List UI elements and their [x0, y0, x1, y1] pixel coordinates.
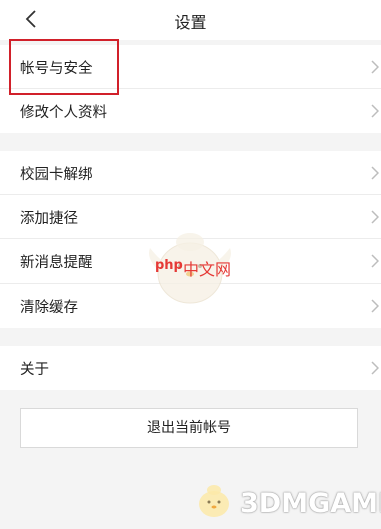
chevron-right-icon: [371, 104, 379, 118]
chevron-right-icon: [371, 60, 379, 74]
bottom-mascot-watermark-icon: [199, 485, 229, 517]
watermark-brand: php: [155, 258, 183, 273]
menu-item-label: 新消息提醒: [20, 255, 93, 271]
top-bar: 设置: [0, 0, 381, 40]
chevron-right-icon: [371, 210, 379, 224]
menu-item-edit-profile[interactable]: 修改个人资料: [0, 89, 381, 133]
menu-item-label: 清除缓存: [20, 300, 78, 316]
logout-section: 退出当前帐号: [0, 392, 381, 477]
logout-button[interactable]: 退出当前帐号: [20, 408, 358, 448]
menu-item-label: 修改个人资料: [20, 105, 107, 121]
bottom-watermark-text: 3DMGAME: [240, 488, 381, 519]
menu-item-label: 校园卡解绑: [20, 167, 93, 183]
menu-item-about[interactable]: 关于: [0, 346, 381, 390]
menu-item-label: 添加捷径: [20, 211, 78, 227]
chevron-right-icon: [371, 166, 379, 180]
menu-item-label: 关于: [20, 362, 49, 378]
chevron-right-icon: [371, 299, 379, 313]
page-title: 设置: [174, 13, 207, 32]
chevron-right-icon: [371, 361, 379, 375]
highlight-annotation-box: [9, 39, 119, 95]
watermark-site: 中文网: [183, 260, 232, 279]
chevron-right-icon: [371, 254, 379, 268]
menu-item-campus-card-unbind[interactable]: 校园卡解绑: [0, 151, 381, 195]
